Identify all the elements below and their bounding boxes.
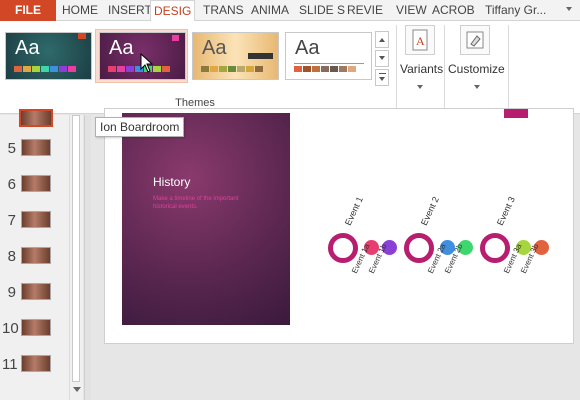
slide-subtitle[interactable]: Make a timeline of the important histori… — [153, 195, 263, 211]
slide-number: 7 — [7, 212, 16, 229]
slide-thumbnail[interactable]: 10 — [0, 317, 70, 341]
slide-thumbnail[interactable]: 6 — [0, 173, 70, 197]
slide-thumbnail[interactable]: 9 — [0, 281, 70, 305]
event-label: Event 1 — [342, 195, 365, 227]
slide-thumbnail-image — [21, 283, 51, 300]
event-timeline[interactable]: Event 1 Event 1a Event 1b Event 2 Event … — [325, 169, 570, 289]
svg-text:A: A — [416, 34, 425, 48]
customize-button[interactable]: Customize — [446, 25, 506, 109]
theme-accent-marker — [78, 33, 86, 39]
group-divider — [508, 25, 509, 109]
slide-thumbnail-image — [21, 319, 51, 336]
slide-number: 6 — [7, 176, 16, 193]
design-ribbon: Aa Aa Aa Aa Themes A Variants Customize — [0, 21, 580, 114]
selected-slide-thumbnail[interactable] — [19, 109, 53, 127]
user-account[interactable]: Tiffany Gr... — [485, 0, 546, 21]
slide-thumbnail[interactable]: 11 — [0, 353, 70, 377]
tab-home[interactable]: HOME — [62, 0, 98, 21]
theme-accent-bar — [248, 53, 273, 59]
gallery-scroll-up-button[interactable] — [375, 31, 389, 48]
theme-thumbnail-3[interactable]: Aa — [192, 32, 279, 80]
slide-title[interactable]: History — [153, 175, 190, 189]
tab-slide-show[interactable]: SLIDE S — [299, 0, 345, 21]
theme-rule-line — [294, 63, 364, 64]
slide-accent-shape — [504, 109, 528, 118]
slide-number: 9 — [7, 284, 16, 301]
chevron-up-icon — [379, 38, 385, 42]
slide-thumbnail-image — [21, 355, 51, 372]
theme-preview-text: Aa — [109, 37, 134, 59]
slides-pane-scrollbar[interactable] — [69, 115, 82, 400]
slide-thumbnail-image — [21, 139, 51, 156]
event-ring — [404, 233, 434, 263]
ribbon-tab-row: FILE HOME INSERT DESIG TRANS ANIMA SLIDE… — [0, 0, 580, 22]
event-label: Event 3 — [494, 195, 517, 227]
tab-animations[interactable]: ANIMA — [251, 0, 289, 21]
slide-number: 8 — [7, 248, 16, 265]
theme-preview-text: Aa — [295, 37, 320, 59]
powerpoint-window: FILE HOME INSERT DESIG TRANS ANIMA SLIDE… — [0, 0, 580, 400]
slide-thumbnail-image — [21, 247, 51, 264]
theme-accent-marker — [172, 35, 179, 41]
theme-preview-text: Aa — [202, 37, 227, 59]
theme-preview-text: Aa — [15, 37, 40, 59]
slide-thumbnail-image — [21, 175, 51, 192]
chevron-down-icon — [379, 77, 385, 81]
gallery-scroll-down-button[interactable] — [375, 50, 389, 67]
tab-review[interactable]: REVIE — [347, 0, 383, 21]
variants-label: Variants — [400, 62, 444, 76]
chevron-down-icon — [417, 85, 423, 89]
mouse-pointer-icon — [140, 52, 154, 78]
more-bar-icon — [379, 73, 386, 74]
slide-arc-decoration — [257, 113, 290, 325]
slide-number: 10 — [2, 320, 19, 337]
event-label: Event 2 — [418, 195, 441, 227]
tab-file[interactable]: FILE — [0, 0, 56, 21]
group-divider — [396, 25, 397, 109]
slide-thumbnail[interactable]: 7 — [0, 209, 70, 233]
tab-transitions[interactable]: TRANS — [203, 0, 244, 21]
tab-acrobat[interactable]: ACROB — [432, 0, 475, 21]
theme-thumbnail-1[interactable]: Aa — [5, 32, 92, 80]
scroll-down-icon[interactable] — [73, 387, 81, 392]
event-ring — [328, 233, 358, 263]
theme-color-swatches — [14, 66, 77, 72]
gallery-more-button[interactable] — [375, 69, 389, 86]
tab-insert[interactable]: INSERT — [108, 0, 152, 21]
event-ring — [480, 233, 510, 263]
slide-number: 5 — [7, 140, 16, 157]
theme-color-swatches — [294, 66, 357, 72]
chevron-down-icon — [474, 85, 480, 89]
chevron-down-icon — [379, 56, 385, 60]
slide-number: 11 — [2, 356, 18, 373]
slide-thumbnail-image — [21, 211, 51, 228]
slide-thumbnail[interactable]: 5 — [0, 137, 70, 161]
theme-color-swatches — [201, 66, 264, 72]
group-divider — [444, 25, 445, 109]
slide-thumbnail[interactable]: 8 — [0, 245, 70, 269]
variants-button[interactable]: A Variants — [398, 25, 444, 109]
tab-view[interactable]: VIEW — [396, 0, 427, 21]
theme-thumbnail-4[interactable]: Aa — [285, 32, 372, 80]
slide-title-panel: History Make a timeline of the important… — [122, 113, 290, 325]
format-background-icon — [460, 25, 490, 55]
customize-label: Customize — [448, 62, 505, 76]
chevron-down-icon[interactable] — [566, 7, 572, 11]
tab-design[interactable]: DESIG — [150, 0, 196, 22]
scrollbar-thumb[interactable] — [72, 115, 80, 382]
theme-tooltip: Ion Boardroom — [95, 117, 185, 137]
pane-splitter[interactable] — [84, 115, 91, 400]
variants-icon: A — [405, 25, 435, 55]
current-slide[interactable]: History Make a timeline of the important… — [104, 108, 574, 344]
